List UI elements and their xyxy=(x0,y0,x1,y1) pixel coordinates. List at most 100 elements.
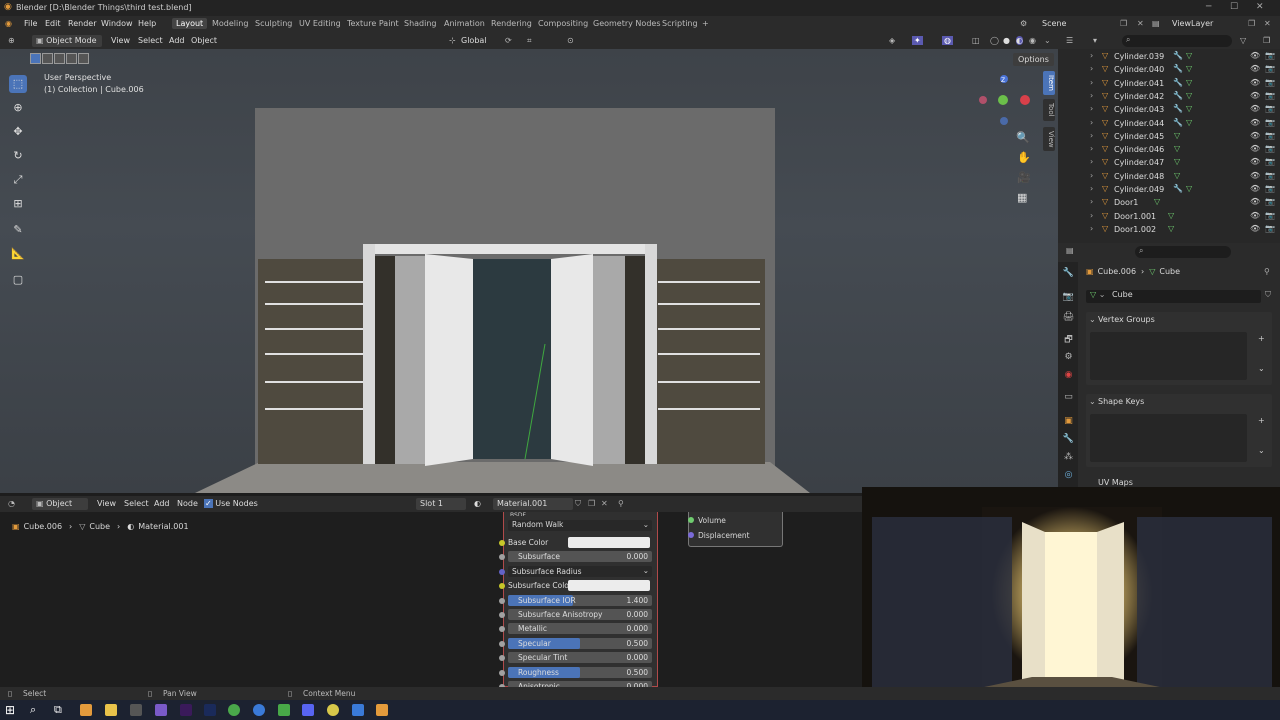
bsdf-field[interactable]: Roughness 0.500 xyxy=(508,666,652,678)
gizmo-x-neg-axis[interactable] xyxy=(979,96,987,104)
modifier-icon[interactable]: 🔧 xyxy=(1173,118,1183,127)
shading-rendered-icon[interactable]: ◉ xyxy=(1029,36,1036,45)
blender-menu-icon[interactable]: ◉ xyxy=(5,19,12,28)
mode-dropdown[interactable]: ▣ Object Mode xyxy=(32,35,102,47)
filter-icon[interactable]: ▽ xyxy=(1240,36,1246,45)
render-camera-icon[interactable]: 📷 xyxy=(1265,197,1275,206)
expand-arrow-icon[interactable]: › xyxy=(1090,211,1093,220)
subsurface-method-dropdown[interactable]: Random Walk ⌄ xyxy=(508,520,652,531)
app-icon-2[interactable] xyxy=(155,704,167,716)
select-box-tool-icon[interactable]: ⬚ xyxy=(9,75,27,93)
outliner-item[interactable]: › ▽ Cylinder.048 ▽ 👁 📷 xyxy=(1058,170,1280,183)
mesh-data-icon[interactable]: ▽ xyxy=(1186,64,1192,73)
measure-tool-icon[interactable]: 📐 xyxy=(9,245,27,263)
expand-arrow-icon[interactable]: › xyxy=(1090,144,1093,153)
bsdf-field[interactable]: Subsurface IOR 1.400 xyxy=(508,594,652,606)
app-icon-1[interactable] xyxy=(130,704,142,716)
sidebar-tab-tool[interactable]: Tool xyxy=(1043,99,1055,121)
visibility-eye-icon[interactable]: 👁 xyxy=(1250,64,1260,73)
add-cube-tool-icon[interactable]: ▢ xyxy=(9,271,27,289)
visibility-eye-icon[interactable]: 👁 xyxy=(1250,144,1260,153)
shape-key-menu-icon[interactable]: ⌄ xyxy=(1258,446,1265,455)
expand-arrow-icon[interactable]: › xyxy=(1090,131,1093,140)
shader-type-dropdown[interactable]: ▣ Object xyxy=(32,498,88,510)
expand-arrow-icon[interactable]: › xyxy=(1090,171,1093,180)
mesh-data-icon[interactable]: ▽ xyxy=(1174,157,1180,166)
material-name-field[interactable]: Material.001 xyxy=(493,498,573,510)
node-editor-canvas[interactable]: ▣ Cube.006 › ▽ Cube › ◐ Material.001 BSD… xyxy=(0,512,862,692)
expand-arrow-icon[interactable]: › xyxy=(1090,118,1093,127)
shape-keys-collapse-icon[interactable]: ⌄ xyxy=(1089,397,1096,406)
app-icon-4[interactable] xyxy=(278,704,290,716)
render-camera-icon[interactable]: 📷 xyxy=(1265,171,1275,180)
scale-tool-icon[interactable]: ⤢ xyxy=(9,171,27,189)
visibility-eye-icon[interactable]: 👁 xyxy=(1250,51,1260,60)
outliner-item[interactable]: › ▽ Cylinder.049 🔧 ▽ 👁 📷 xyxy=(1058,183,1280,196)
collection-tab-icon[interactable]: ▭ xyxy=(1062,392,1075,405)
outliner-item-name[interactable]: Cylinder.047 xyxy=(1114,158,1164,167)
blender-taskbar-icon-2[interactable] xyxy=(376,704,388,716)
navigation-gizmo[interactable]: Z xyxy=(975,73,1035,128)
menu-add[interactable]: Add xyxy=(169,36,185,45)
view-layer-name[interactable]: ViewLayer xyxy=(1172,19,1213,28)
vertex-groups-collapse-icon[interactable]: ⌄ xyxy=(1089,315,1096,324)
fake-user-shield-icon[interactable]: ⛉ xyxy=(575,499,581,509)
shading-wireframe-icon[interactable]: ◯ xyxy=(990,36,999,45)
taskbar-search-icon[interactable]: ⌕ xyxy=(30,703,36,717)
visibility-eye-icon[interactable]: 👁 xyxy=(1250,131,1260,140)
outliner-item-name[interactable]: Door1.002 xyxy=(1114,225,1156,234)
add-workspace-icon[interactable]: + xyxy=(702,19,709,28)
modifier-tab-icon[interactable]: 🔧 xyxy=(1062,434,1075,447)
visibility-eye-icon[interactable]: 👁 xyxy=(1250,197,1260,206)
bsdf-field[interactable]: Subsurface Colo xyxy=(508,580,652,592)
visibility-eye-icon[interactable]: 👁 xyxy=(1250,184,1260,193)
input-socket[interactable] xyxy=(499,540,505,546)
xray-icon[interactable]: ◫ xyxy=(972,36,980,45)
outliner-item-name[interactable]: Cylinder.039 xyxy=(1114,52,1164,61)
visibility-eye-icon[interactable]: 👁 xyxy=(1250,157,1260,166)
outliner-item-name[interactable]: Cylinder.045 xyxy=(1114,132,1164,141)
mesh-data-icon[interactable]: ▽ xyxy=(1168,211,1174,220)
mesh-data-icon[interactable]: ▽ xyxy=(1154,197,1160,206)
input-socket[interactable] xyxy=(499,669,505,676)
node-editor-type-icon[interactable]: ◔ xyxy=(8,499,15,508)
use-nodes-checkbox[interactable]: ✓ Use Nodes xyxy=(204,499,258,508)
view-layer-close-icon[interactable]: ✕ xyxy=(1264,19,1271,28)
premiere-icon[interactable] xyxy=(180,704,192,716)
tab-modeling[interactable]: Modeling xyxy=(212,19,248,28)
minimize-icon[interactable]: ─ xyxy=(1206,2,1211,12)
3d-viewport[interactable]: ⬚ ⊕ ✥ ↻ ⤢ ⊞ ✎ 📐 ▢ User Perspective (1) C… xyxy=(0,49,1058,493)
app-icon-3[interactable] xyxy=(253,704,265,716)
view-layer-icon[interactable]: ▤ xyxy=(1152,19,1160,28)
vertex-groups-list[interactable] xyxy=(1090,332,1247,380)
chrome-icon-2[interactable] xyxy=(327,704,339,716)
app-icon-5[interactable] xyxy=(352,704,364,716)
menu-window[interactable]: Window xyxy=(101,19,133,28)
output-tab-icon[interactable]: 🖨 xyxy=(1062,312,1075,325)
menu-object[interactable]: Object xyxy=(191,36,217,45)
expand-arrow-icon[interactable]: › xyxy=(1090,91,1093,100)
shading-solid-icon[interactable]: ● xyxy=(1003,36,1010,45)
outliner-item-name[interactable]: Cylinder.042 xyxy=(1114,92,1164,101)
outliner-item[interactable]: › ▽ Door1.002 ▽ 👁 📷 xyxy=(1058,223,1280,236)
scene-close-icon[interactable]: ✕ xyxy=(1137,19,1144,28)
input-socket[interactable] xyxy=(499,597,505,604)
bsdf-field[interactable]: Metallic 0.000 xyxy=(508,623,652,635)
grid-view-icon[interactable]: ▦ xyxy=(1017,191,1027,204)
mesh-data-icon[interactable]: ▽ xyxy=(1186,91,1192,100)
bsdf-field[interactable]: Subsurface Radius ⌄ xyxy=(508,565,652,577)
chrome-icon[interactable] xyxy=(228,704,240,716)
outliner-type-icon[interactable]: ☰ xyxy=(1066,36,1073,45)
render-camera-icon[interactable]: 📷 xyxy=(1265,118,1275,127)
expand-arrow-icon[interactable]: › xyxy=(1090,184,1093,193)
mesh-data-icon[interactable]: ▽ xyxy=(1186,184,1192,193)
modifier-icon[interactable]: 🔧 xyxy=(1173,91,1183,100)
outliner-item[interactable]: › ▽ Cylinder.043 🔧 ▽ 👁 📷 xyxy=(1058,103,1280,116)
outliner-item[interactable]: › ▽ Door1.001 ▽ 👁 📷 xyxy=(1058,210,1280,223)
mesh-data-icon[interactable]: ▽ xyxy=(1186,51,1192,60)
outliner-item[interactable]: › ▽ Cylinder.042 🔧 ▽ 👁 📷 xyxy=(1058,90,1280,103)
render-camera-icon[interactable]: 📷 xyxy=(1265,51,1275,60)
pin-icon[interactable]: ⚲ xyxy=(1264,267,1270,276)
properties-search-input[interactable]: ⌕ xyxy=(1135,246,1231,258)
discord-icon[interactable] xyxy=(302,704,314,716)
